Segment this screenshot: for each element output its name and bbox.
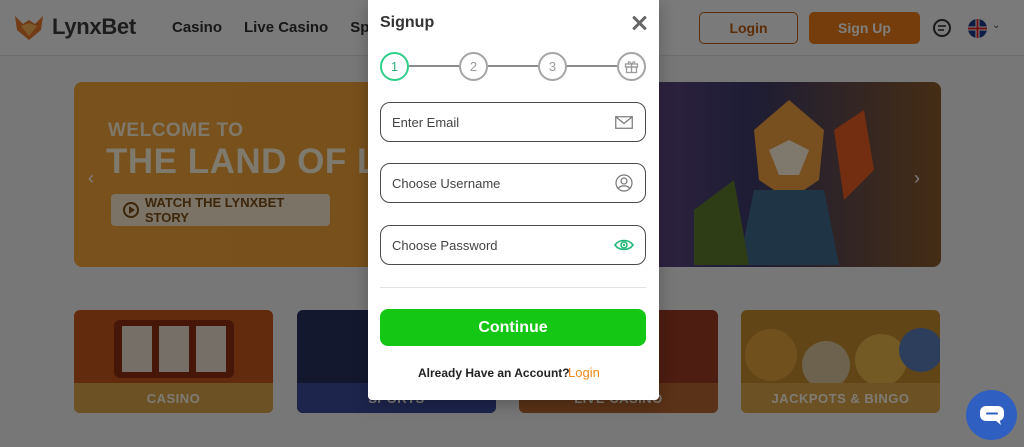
username-input[interactable] bbox=[392, 175, 614, 191]
gift-icon bbox=[624, 61, 639, 74]
password-input[interactable] bbox=[392, 237, 614, 253]
signup-stepper: 1 2 3 bbox=[380, 52, 646, 81]
email-input[interactable] bbox=[392, 114, 614, 130]
close-icon[interactable] bbox=[629, 13, 649, 33]
live-chat-button[interactable] bbox=[966, 390, 1017, 440]
envelope-icon bbox=[614, 113, 634, 131]
step-1: 1 bbox=[380, 52, 409, 81]
already-have-account-text: Already Have an Account? bbox=[418, 366, 570, 380]
step-4 bbox=[617, 52, 646, 81]
step-2: 2 bbox=[459, 52, 488, 81]
chat-icon bbox=[979, 406, 1004, 425]
email-field[interactable] bbox=[380, 102, 646, 142]
divider bbox=[380, 287, 646, 288]
modal-title: Signup bbox=[380, 14, 435, 31]
step-3: 3 bbox=[538, 52, 567, 81]
step-connector bbox=[409, 65, 459, 67]
eye-icon[interactable] bbox=[614, 236, 634, 254]
username-field[interactable] bbox=[380, 163, 646, 203]
password-field[interactable] bbox=[380, 225, 646, 265]
step-connector bbox=[567, 65, 617, 67]
continue-button[interactable]: Continue bbox=[380, 309, 646, 346]
signup-modal: Signup 1 2 3 Enter Email Choose Username… bbox=[368, 0, 659, 400]
step-connector bbox=[488, 65, 538, 67]
user-icon bbox=[614, 174, 634, 192]
login-link[interactable]: Login bbox=[568, 365, 600, 380]
